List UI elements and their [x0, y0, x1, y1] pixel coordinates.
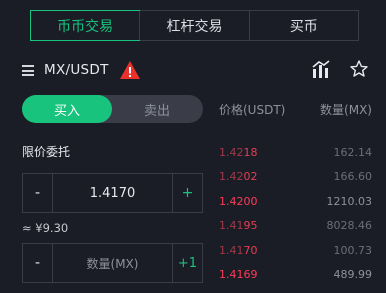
trade-type-tabs: 币币交易 杠杆交易 买币 — [30, 10, 359, 41]
ask-price: 1.4169 — [219, 268, 258, 282]
menu-icon[interactable] — [22, 65, 34, 76]
ask-quantity: 162.14 — [333, 145, 373, 159]
orderbook-asks: 1.4218 162.14 1.4202 166.60 1.4200 1210.… — [219, 140, 372, 287]
quantity-stepper: - 数量(MX) +1 — [22, 243, 203, 283]
order-type-selector[interactable]: 限价委托 — [22, 143, 70, 160]
price-input[interactable]: 1.4170 — [53, 174, 172, 212]
pair-name[interactable]: MX/USDT — [44, 62, 109, 78]
warning-icon[interactable] — [119, 60, 141, 80]
tab-spot-trading[interactable]: 币币交易 — [30, 10, 141, 41]
buy-button[interactable]: 买入 — [22, 95, 112, 123]
orderbook-row[interactable]: 1.4202 166.60 — [219, 165, 372, 190]
quantity-input[interactable]: 数量(MX) — [53, 244, 172, 282]
chart-icon[interactable] — [311, 59, 331, 79]
orderbook-row[interactable]: 1.4169 489.99 — [219, 263, 372, 288]
orderbook-price-header: 价格(USDT) — [219, 103, 286, 117]
orderbook-row[interactable]: 1.4195 8028.46 — [219, 214, 372, 239]
ask-price: 1.4195 — [219, 219, 258, 233]
ask-quantity: 8028.46 — [326, 219, 373, 233]
star-icon[interactable] — [349, 59, 369, 79]
tab-buy-crypto[interactable]: 买币 — [248, 11, 358, 40]
buy-sell-toggle: 买入 卖出 — [22, 95, 203, 123]
ask-price: 1.4170 — [219, 243, 258, 257]
quantity-increase-button[interactable]: +1 — [172, 244, 202, 282]
price-stepper: - 1.4170 + — [22, 173, 203, 213]
sell-button[interactable]: 卖出 — [112, 95, 202, 123]
orderbook-row[interactable]: 1.4218 162.14 — [219, 140, 372, 165]
ask-quantity: 489.99 — [333, 268, 373, 282]
orderbook-qty-header: 数量(MX) — [320, 103, 372, 117]
ask-quantity: 100.73 — [333, 243, 373, 257]
ask-quantity: 1210.03 — [326, 194, 373, 208]
quantity-decrease-button[interactable]: - — [23, 244, 53, 282]
price-decrease-button[interactable]: - — [23, 174, 53, 212]
ask-price: 1.4218 — [219, 145, 258, 159]
tab-margin-trading[interactable]: 杠杆交易 — [139, 11, 248, 40]
pair-header: MX/USDT — [22, 58, 372, 84]
orderbook-row[interactable]: 1.4170 100.73 — [219, 238, 372, 263]
ask-price: 1.4200 — [219, 194, 258, 208]
approx-fiat-value: ≈ ¥9.30 — [22, 221, 69, 235]
price-increase-button[interactable]: + — [172, 174, 202, 212]
orderbook-row[interactable]: 1.4200 1210.03 — [219, 189, 372, 214]
ask-quantity: 166.60 — [333, 170, 373, 184]
ask-price: 1.4202 — [219, 170, 258, 184]
